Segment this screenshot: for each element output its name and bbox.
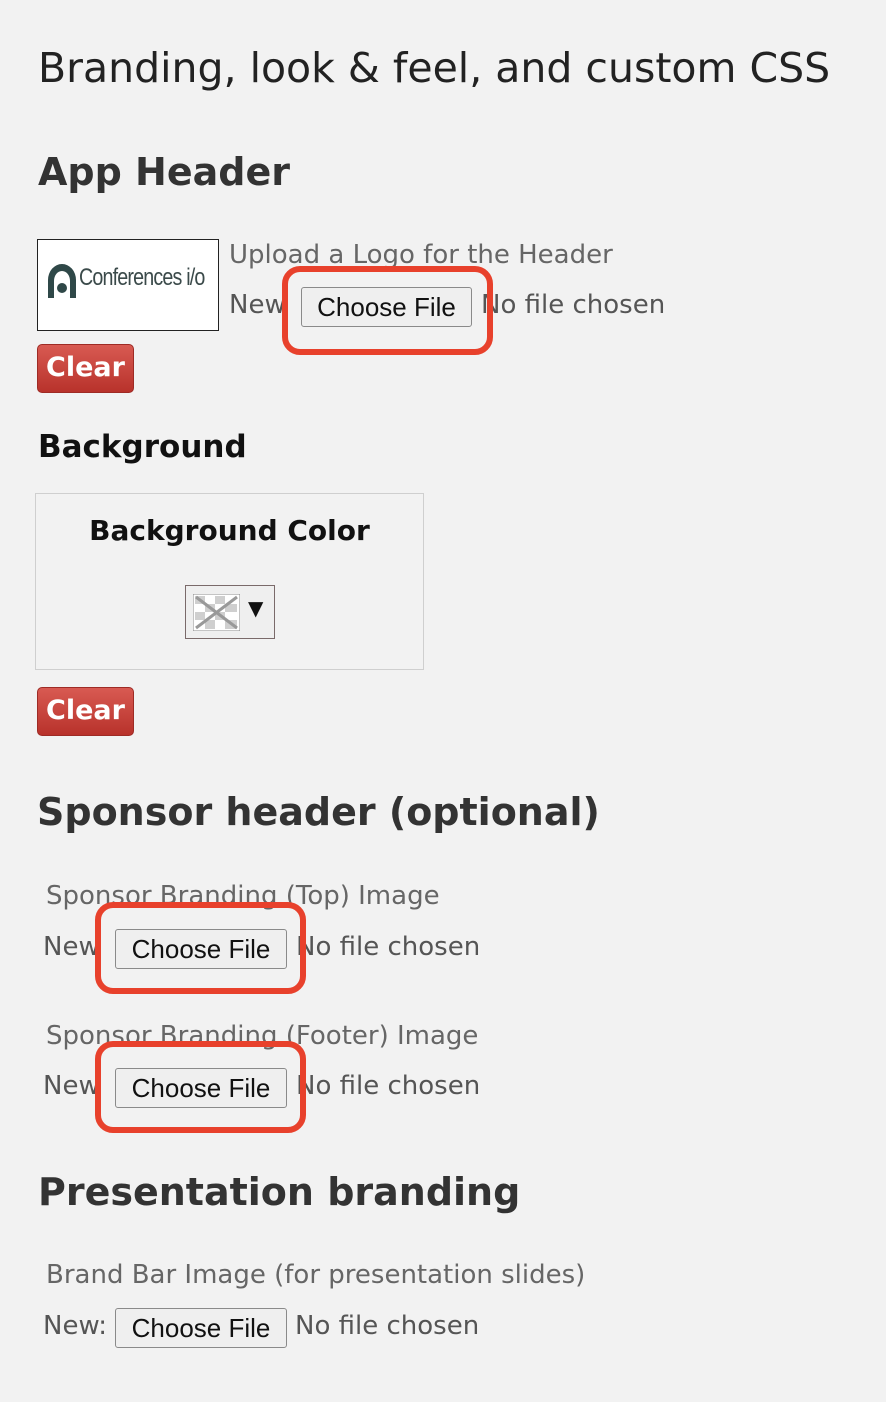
header-logo-choose-file-button[interactable]: Choose File xyxy=(301,287,472,327)
background-color-picker[interactable]: ▼ xyxy=(185,585,275,639)
upload-logo-label: Upload a Logo for the Header xyxy=(229,240,613,270)
header-logo-preview: Conferences i/o xyxy=(37,239,219,331)
sponsor-footer-image-label: Sponsor Branding (Footer) Image xyxy=(46,1021,479,1051)
brand-bar-image-label: Brand Bar Image (for presentation slides… xyxy=(46,1260,586,1290)
sponsor-top-no-file-text: No file chosen xyxy=(296,932,481,962)
header-new-label: New xyxy=(229,290,286,320)
sponsor-top-image-label: Sponsor Branding (Top) Image xyxy=(46,881,440,911)
sponsor-footer-no-file-text: No file chosen xyxy=(296,1071,481,1101)
brand-bar-no-file-text: No file chosen xyxy=(295,1311,480,1341)
sponsor-top-new-label: New xyxy=(43,932,100,962)
logo-arch-icon xyxy=(48,264,76,298)
sponsor-footer-new-label: New xyxy=(43,1071,100,1101)
brand-bar-choose-file-button[interactable]: Choose File xyxy=(115,1308,287,1348)
sponsor-top-choose-file-button[interactable]: Choose File xyxy=(115,929,287,969)
background-color-panel: Background Color ▼ xyxy=(35,493,424,670)
background-color-label: Background Color xyxy=(89,514,370,547)
empty-color-swatch-icon xyxy=(193,594,240,631)
app-header-title: App Header xyxy=(38,150,290,194)
background-title: Background xyxy=(38,429,247,465)
background-clear-button[interactable]: Clear xyxy=(37,687,134,736)
brand-bar-new-label: New: xyxy=(43,1311,108,1341)
page-title: Branding, look & feel, and custom CSS xyxy=(38,44,831,92)
presentation-branding-title: Presentation branding xyxy=(38,1170,521,1214)
sponsor-footer-choose-file-button[interactable]: Choose File xyxy=(115,1068,287,1108)
sponsor-header-title: Sponsor header (optional) xyxy=(37,790,600,834)
chevron-down-icon: ▼ xyxy=(248,596,264,620)
logo-text: Conferences i/o xyxy=(79,264,205,291)
header-logo-clear-button[interactable]: Clear xyxy=(37,344,134,393)
header-logo-no-file-text: No file chosen xyxy=(481,290,666,320)
